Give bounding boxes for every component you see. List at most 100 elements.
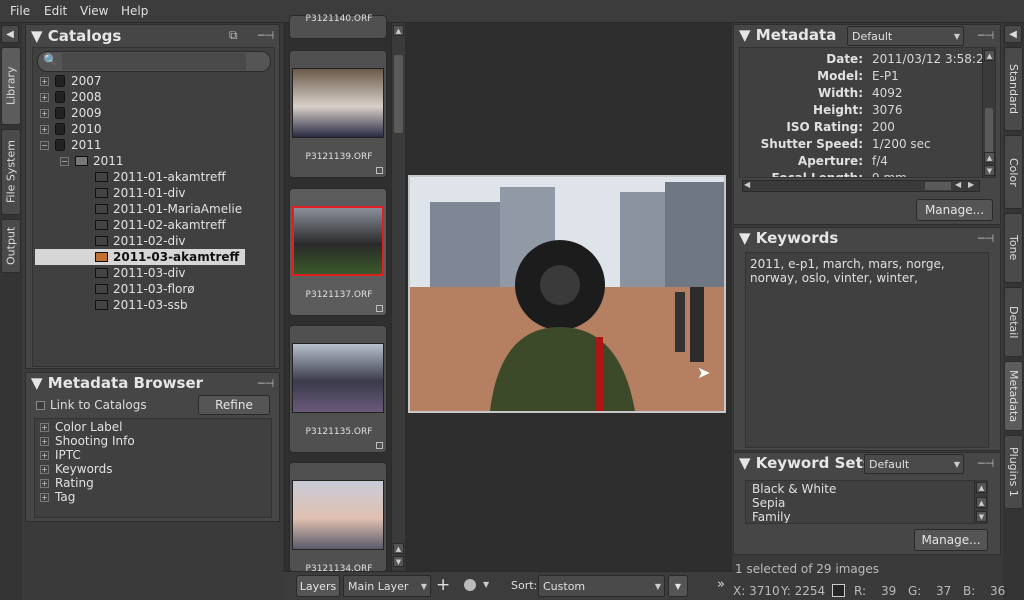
- scroll-down-icon[interactable]: ▼: [976, 511, 987, 522]
- thumbnail[interactable]: P3121135.ORF: [289, 325, 387, 453]
- catalog-item[interactable]: 2011-03-florø: [35, 281, 273, 297]
- tab-metadata[interactable]: Metadata: [1004, 361, 1023, 431]
- sort-order-button[interactable]: ▼: [668, 575, 688, 597]
- filmstrip-scrollbar[interactable]: ▲ ▲ ▼: [391, 23, 405, 571]
- expand-icon[interactable]: +: [40, 92, 49, 102]
- refine-button[interactable]: Refine: [198, 395, 270, 415]
- tab-detail[interactable]: Detail: [1004, 287, 1023, 357]
- thumbnail[interactable]: P3121137.ORF: [289, 188, 387, 316]
- catalog-item[interactable]: 2011-01-MariaAmelie: [35, 201, 273, 217]
- pin-icon[interactable]: ─⊣: [978, 457, 996, 470]
- menu-edit[interactable]: Edit: [44, 4, 67, 18]
- expand-icon[interactable]: +: [40, 478, 49, 488]
- metadata-browser-item[interactable]: + Tag: [40, 489, 75, 505]
- expand-icon[interactable]: +: [40, 124, 49, 134]
- scroll-up-icon[interactable]: ▲: [393, 25, 404, 36]
- layer-select[interactable]: Main Layer ▼: [343, 575, 431, 597]
- expand-icon[interactable]: +: [40, 422, 49, 432]
- scroll-up-icon[interactable]: ▲: [976, 482, 987, 493]
- scroll-left-icon[interactable]: ◀: [955, 180, 961, 189]
- pin-icon[interactable]: ─⊣: [258, 377, 276, 390]
- metadata-title[interactable]: ▼ Metadata: [739, 26, 836, 44]
- menu-bar: File Edit View Help: [0, 0, 1024, 23]
- expand-icon[interactable]: +: [40, 76, 49, 86]
- metadata-hscroll[interactable]: ◀ ◀ ▶: [742, 180, 980, 192]
- expand-icon[interactable]: +: [40, 464, 49, 474]
- catalog-item[interactable]: 2011-02-akamtreff: [35, 217, 273, 233]
- catalog-item[interactable]: − 2011: [35, 137, 273, 153]
- tab-plugins-1[interactable]: Plugins 1: [1004, 435, 1023, 509]
- scroll-left-icon[interactable]: ◀: [744, 180, 750, 189]
- catalog-item[interactable]: +2009: [35, 105, 273, 121]
- circle-icon[interactable]: [464, 579, 476, 591]
- more-icon[interactable]: »: [717, 577, 725, 592]
- menu-help[interactable]: Help: [121, 4, 148, 18]
- expand-icon[interactable]: +: [40, 450, 49, 460]
- scroll-thumb[interactable]: [985, 108, 993, 158]
- pin-icon[interactable]: ─⊣: [978, 29, 996, 42]
- metadata-vscroll[interactable]: ▲ ▲ ▼: [982, 48, 995, 177]
- catalog-item[interactable]: +2007: [35, 73, 273, 89]
- menu-view[interactable]: View: [80, 4, 108, 18]
- scroll-down-icon[interactable]: ▼: [984, 165, 995, 176]
- scroll-thumb[interactable]: [394, 55, 403, 133]
- keyword-sets-title[interactable]: ▼ Keyword Sets: [739, 454, 872, 472]
- keyword-set-item[interactable]: Black & White: [752, 482, 836, 496]
- tab-standard[interactable]: Standard: [1004, 47, 1023, 131]
- collapse-icon[interactable]: −: [60, 156, 69, 166]
- catalog-item[interactable]: 2011-03-akamtreff: [35, 249, 245, 265]
- scroll-right-icon[interactable]: ▶: [968, 180, 974, 189]
- chevron-down-icon[interactable]: ▼: [483, 580, 489, 589]
- catalog-item[interactable]: 2011-01-div: [35, 185, 273, 201]
- catalog-item[interactable]: 2011-01-akamtreff: [35, 169, 273, 185]
- catalog-search-field[interactable]: 🔍: [37, 51, 271, 72]
- thumbnail[interactable]: P3121134.ORF: [289, 462, 387, 574]
- keyword-sets-preset-select[interactable]: Default ▼: [864, 454, 964, 474]
- scroll-up-icon[interactable]: ▲: [976, 497, 987, 508]
- tab-output[interactable]: Output: [1, 219, 21, 273]
- scroll-up-icon[interactable]: ▲: [984, 152, 995, 163]
- keywords-title[interactable]: ▼ Keywords: [739, 229, 838, 247]
- pin-icon[interactable]: ─⊣: [258, 29, 276, 42]
- scroll-thumb[interactable]: [925, 182, 951, 190]
- tab-file-system[interactable]: File System: [1, 129, 21, 215]
- collapse-right-arrow-icon[interactable]: ◀: [1004, 25, 1022, 43]
- tab-tone[interactable]: Tone: [1004, 213, 1023, 283]
- expand-icon[interactable]: +: [40, 436, 49, 446]
- keywords-textarea[interactable]: 2011, e-p1, march, mars, norge, norway, …: [745, 252, 989, 448]
- catalog-item[interactable]: 2011-03-div: [35, 265, 273, 281]
- catalog-item[interactable]: 2011-03-ssb: [35, 297, 273, 313]
- keyword-set-item[interactable]: Sepia: [752, 496, 785, 510]
- sort-select[interactable]: Custom ▼: [538, 575, 665, 597]
- metadata-manage-button[interactable]: Manage...: [916, 199, 993, 221]
- tab-library[interactable]: Library: [1, 47, 21, 125]
- catalog-search-input[interactable]: [62, 53, 246, 70]
- main-image[interactable]: [408, 175, 726, 413]
- copy-icon[interactable]: ⧉: [229, 28, 238, 43]
- metadata-preset-select[interactable]: Default ▼: [847, 26, 964, 46]
- catalog-item[interactable]: − 2011: [35, 153, 273, 169]
- collapse-left-arrow-icon[interactable]: ◀: [1, 25, 19, 43]
- catalog-item[interactable]: +2010: [35, 121, 273, 137]
- scroll-up-icon[interactable]: ▲: [984, 50, 995, 61]
- catalog-item[interactable]: +2008: [35, 89, 273, 105]
- expand-icon[interactable]: +: [40, 492, 49, 502]
- thumbnail-partial[interactable]: P3121140.ORF: [289, 14, 387, 39]
- keyword-set-item[interactable]: Family: [752, 510, 791, 523]
- tab-color[interactable]: Color: [1004, 135, 1023, 209]
- scroll-down-icon[interactable]: ▼: [393, 556, 404, 567]
- collapse-icon[interactable]: −: [40, 140, 49, 150]
- catalog-item[interactable]: 2011-02-div: [35, 233, 273, 249]
- keyword-sets-manage-button[interactable]: Manage...: [914, 529, 988, 551]
- keyword-sets-scrollbar[interactable]: ▲ ▲ ▼: [974, 481, 987, 523]
- add-layer-icon[interactable]: +: [436, 575, 450, 595]
- link-catalogs-checkbox[interactable]: [36, 401, 45, 410]
- scroll-up-icon[interactable]: ▲: [393, 543, 404, 554]
- menu-file[interactable]: File: [10, 4, 30, 18]
- pin-icon[interactable]: ─⊣: [978, 232, 996, 245]
- layers-button[interactable]: Layers: [296, 575, 340, 597]
- expand-icon[interactable]: +: [40, 108, 49, 118]
- metadata-browser-title[interactable]: ▼ Metadata Browser: [31, 374, 203, 392]
- catalogs-title[interactable]: ▼ Catalogs: [31, 27, 121, 45]
- thumbnail[interactable]: P3121139.ORF: [289, 50, 387, 178]
